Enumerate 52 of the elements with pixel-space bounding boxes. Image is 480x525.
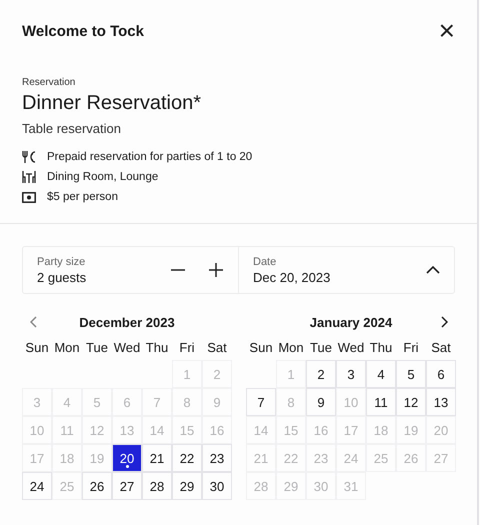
- weekday-label: Wed: [112, 338, 142, 356]
- weekday-label: Fri: [178, 338, 196, 356]
- plus-icon[interactable]: [208, 262, 224, 278]
- calendar-day[interactable]: 11: [366, 388, 396, 416]
- weekday-label: Thu: [144, 338, 170, 356]
- category-label: Reservation: [22, 77, 76, 88]
- calendar-day[interactable]: 28: [142, 472, 172, 500]
- calendar-day[interactable]: 12: [396, 388, 426, 416]
- weekday-label: Tue: [309, 338, 333, 356]
- cash-icon: [22, 192, 36, 202]
- experience-subtitle: Table reservation: [22, 121, 122, 136]
- detail-text: Dining Room, Lounge: [47, 171, 158, 183]
- date-value: Dec 20, 2023: [253, 270, 332, 284]
- calendar-day[interactable]: 9: [306, 388, 336, 416]
- calendar-day[interactable]: 7: [246, 388, 276, 416]
- calendar-day[interactable]: 30: [202, 472, 232, 500]
- party-size-value: 2 guests: [37, 270, 88, 284]
- calendar-day[interactable]: 6: [426, 360, 456, 388]
- modal-title: Welcome to Tock: [22, 22, 144, 40]
- weekday-label: Wed: [336, 338, 366, 356]
- calendar-day[interactable]: 22: [172, 444, 202, 472]
- calendar-day[interactable]: 26: [82, 472, 112, 500]
- calendar-day[interactable]: 24: [22, 472, 52, 500]
- calendar-day[interactable]: 27: [112, 472, 142, 500]
- weekday-label: Tue: [85, 338, 109, 356]
- experience-title: Dinner Reservation*: [22, 92, 202, 115]
- field-label: Date: [253, 256, 278, 268]
- detail-text: $5 per person: [47, 191, 118, 203]
- weekday-label: Sun: [248, 338, 274, 356]
- weekday-label: Mon: [53, 338, 81, 356]
- detail-text: Prepaid reservation for parties of 1 to 20: [47, 151, 252, 163]
- month-title: December 2023: [78, 314, 176, 330]
- weekday-label: Sat: [206, 338, 228, 356]
- weekday-label: Sun: [24, 338, 50, 356]
- calendar-day[interactable]: 4: [366, 360, 396, 388]
- calendar-day[interactable]: 13: [426, 388, 456, 416]
- month-title: January 2024: [308, 314, 394, 330]
- calendar-day[interactable]: 21: [142, 444, 172, 472]
- table-icon: [22, 171, 36, 183]
- calendar-day[interactable]: 29: [172, 472, 202, 500]
- close-button[interactable]: ×: [438, 20, 455, 42]
- selected-day[interactable]: 20: [112, 444, 142, 472]
- weekday-label: Fri: [402, 338, 420, 356]
- calendar-day[interactable]: 3: [336, 360, 366, 388]
- fork-icon: [22, 151, 36, 163]
- calendar-day[interactable]: 23: [202, 444, 232, 472]
- calendar-day[interactable]: 2: [306, 360, 336, 388]
- weekday-label: Sat: [430, 338, 452, 356]
- weekday-label: Thu: [368, 338, 394, 356]
- calendar-day[interactable]: 5: [396, 360, 426, 388]
- field-label: Party size: [37, 256, 86, 268]
- weekday-label: Mon: [277, 338, 305, 356]
